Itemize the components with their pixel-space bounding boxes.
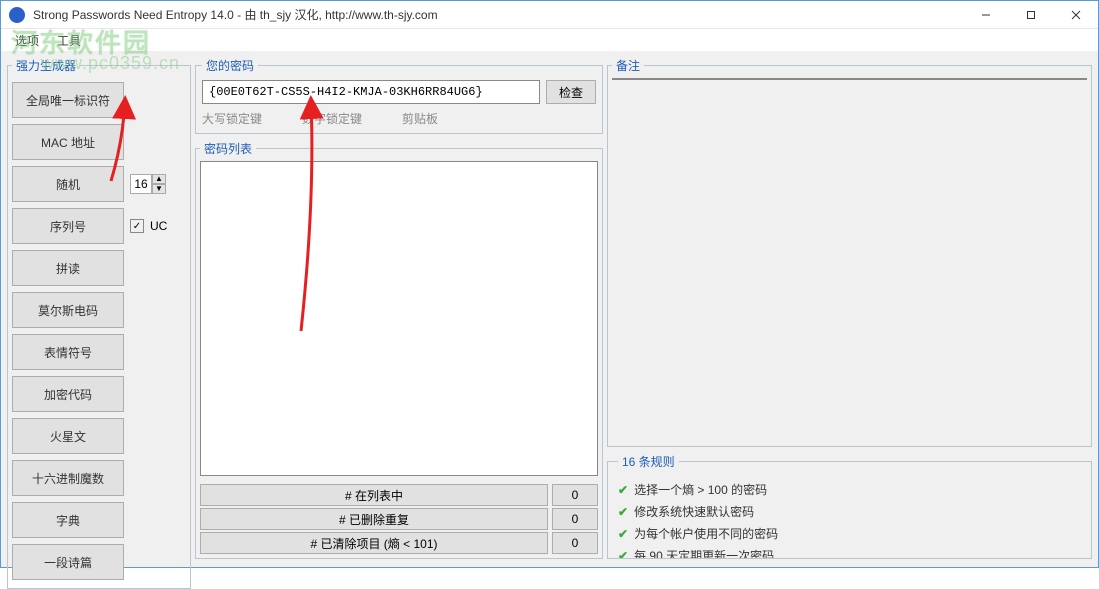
cleared-label: # 已清除项目 (熵 < 101) (200, 532, 548, 554)
password-legend: 您的密码 (202, 57, 258, 74)
rule-item: ✔ 每 90 天定期更新一次密码 (618, 547, 1081, 559)
check-icon: ✔ (618, 549, 628, 560)
dedup-count: 0 (552, 508, 598, 530)
rule-text: 选择一个熵 > 100 的密码 (634, 481, 767, 498)
maximize-button[interactable] (1008, 1, 1053, 29)
menu-tools[interactable]: 工具 (53, 30, 85, 51)
check-icon: ✔ (618, 527, 628, 541)
notes-group: 备注 (607, 57, 1092, 447)
uc-label: UC (150, 219, 167, 233)
rules-legend: 16 条规则 (618, 453, 679, 470)
password-input[interactable] (202, 80, 540, 104)
in-list-count: 0 (552, 484, 598, 506)
uc-checkbox[interactable]: ✓ (130, 219, 144, 233)
check-icon: ✔ (618, 505, 628, 519)
password-list[interactable] (200, 161, 598, 476)
generator-legend: 强力生成器 (12, 57, 80, 74)
btn-emoji[interactable]: 表情符号 (12, 334, 124, 370)
rule-item: ✔ 选择一个熵 > 100 的密码 (618, 481, 1081, 498)
menu-options[interactable]: 选项 (11, 30, 43, 51)
btn-guid[interactable]: 全局唯一标识符 (12, 82, 124, 118)
window-buttons (963, 1, 1098, 29)
btn-hexmagic[interactable]: 十六进制魔数 (12, 460, 124, 496)
check-button[interactable]: 检查 (546, 80, 596, 104)
rules-group: 16 条规则 ✔ 选择一个熵 > 100 的密码 ✔ 修改系统快速默认密码 ✔ 为每个… (607, 453, 1092, 559)
capslock-indicator: 大写锁定键 (202, 110, 262, 127)
random-length-spinner[interactable]: ▲ ▼ (130, 174, 164, 194)
btn-mac[interactable]: MAC 地址 (12, 124, 124, 160)
spin-up-icon[interactable]: ▲ (152, 174, 166, 184)
client-area: 强力生成器 全局唯一标识符 MAC 地址 随机 ▲ ▼ 序列号 ✓ (1, 51, 1098, 567)
generator-group: 强力生成器 全局唯一标识符 MAC 地址 随机 ▲ ▼ 序列号 ✓ (7, 57, 191, 589)
rule-text: 每 90 天定期更新一次密码 (634, 547, 774, 559)
right-column: 备注 16 条规则 ✔ 选择一个熵 > 100 的密码 ✔ 修改系统快速默认密码 ✔… (607, 57, 1092, 559)
rule-item: ✔ 为每个帐户使用不同的密码 (618, 525, 1081, 542)
btn-morse[interactable]: 莫尔斯电码 (12, 292, 124, 328)
btn-pinyin[interactable]: 拼读 (12, 250, 124, 286)
rule-item: ✔ 修改系统快速默认密码 (618, 503, 1081, 520)
btn-random[interactable]: 随机 (12, 166, 124, 202)
btn-serial[interactable]: 序列号 (12, 208, 124, 244)
notes-textarea[interactable] (612, 78, 1087, 80)
check-icon: ✔ (618, 483, 628, 497)
password-group: 您的密码 检查 大写锁定键 数字锁定键 剪贴板 (195, 57, 603, 134)
generator-panel: 强力生成器 全局唯一标识符 MAC 地址 随机 ▲ ▼ 序列号 ✓ (7, 57, 191, 559)
btn-cryptcode[interactable]: 加密代码 (12, 376, 124, 412)
minimize-button[interactable] (963, 1, 1008, 29)
btn-dict[interactable]: 字典 (12, 502, 124, 538)
clipboard-indicator: 剪贴板 (402, 110, 438, 127)
app-window: Strong Passwords Need Entropy 14.0 - 由 t… (0, 0, 1099, 568)
menu-bar: 选项 工具 (1, 29, 1098, 51)
rule-text: 修改系统快速默认密码 (634, 503, 754, 520)
btn-martian[interactable]: 火星文 (12, 418, 124, 454)
in-list-label: # 在列表中 (200, 484, 548, 506)
spin-down-icon[interactable]: ▼ (152, 184, 166, 194)
cleared-count: 0 (552, 532, 598, 554)
numlock-indicator: 数字锁定键 (302, 110, 362, 127)
password-list-legend: 密码列表 (200, 140, 256, 157)
password-list-group: 密码列表 # 在列表中 0 # 已删除重复 0 # 已清除项目 (熵 < 101… (195, 140, 603, 559)
random-length-value[interactable] (130, 174, 152, 194)
btn-poem[interactable]: 一段诗篇 (12, 544, 124, 580)
notes-legend: 备注 (612, 57, 644, 74)
dedup-label: # 已删除重复 (200, 508, 548, 530)
close-button[interactable] (1053, 1, 1098, 29)
middle-column: 您的密码 检查 大写锁定键 数字锁定键 剪贴板 密码列表 # 在列表中 0 (195, 57, 603, 559)
rule-text: 为每个帐户使用不同的密码 (634, 525, 778, 542)
app-icon (9, 7, 25, 23)
window-title: Strong Passwords Need Entropy 14.0 - 由 t… (33, 6, 438, 23)
title-bar: Strong Passwords Need Entropy 14.0 - 由 t… (1, 1, 1098, 29)
